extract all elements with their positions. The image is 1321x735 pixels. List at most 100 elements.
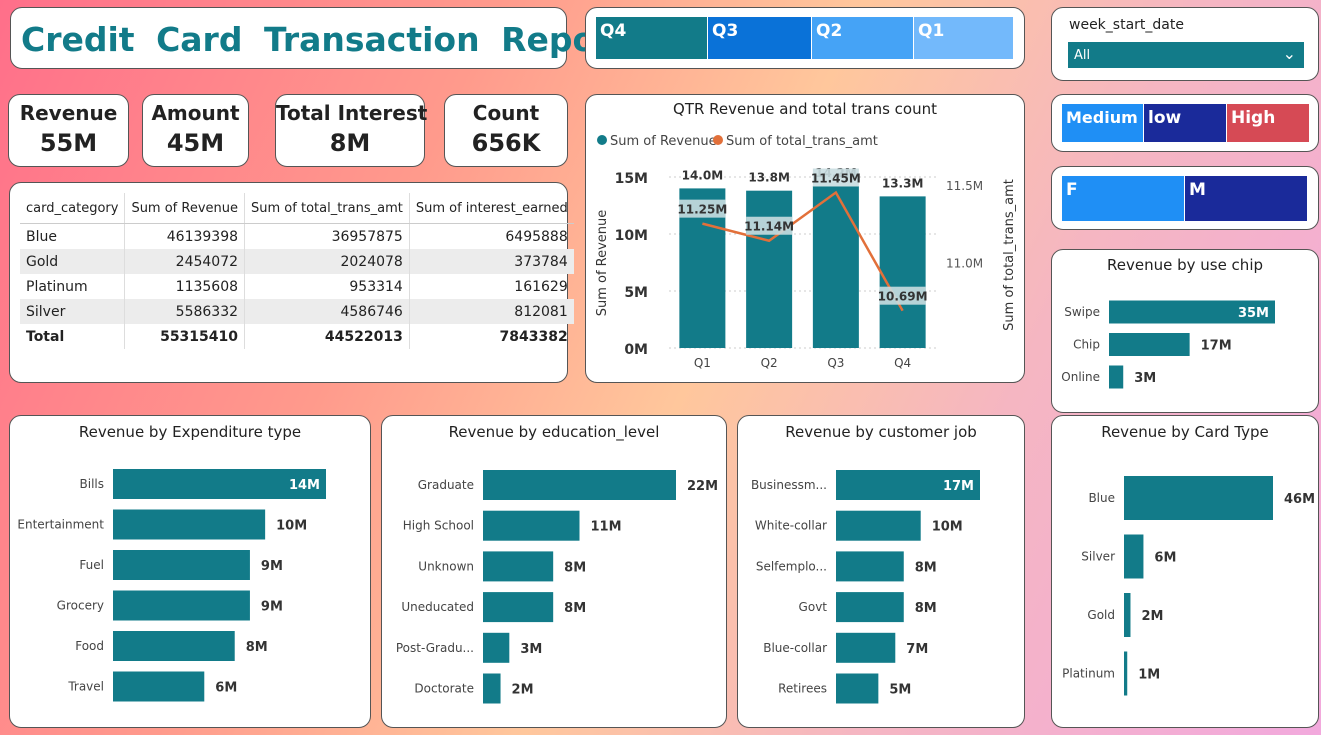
kpi-value: 55M bbox=[39, 129, 98, 157]
data-label: 13.3M bbox=[882, 176, 924, 190]
table-cell: 953314 bbox=[244, 274, 410, 299]
kpi-value: 656K bbox=[471, 129, 541, 157]
table-cell: 4586746 bbox=[244, 299, 410, 324]
data-label: 14M bbox=[289, 478, 320, 493]
table-cell: 36957875 bbox=[244, 223, 410, 249]
income-option-low[interactable]: low bbox=[1144, 104, 1227, 142]
data-label: 9M bbox=[261, 600, 283, 615]
bar bbox=[1124, 593, 1131, 637]
quarter-slicer-panel: Q4 Q3 Q2 Q1 bbox=[585, 7, 1025, 69]
kpi-label: Revenue bbox=[19, 101, 118, 125]
y-tick-label: 5M bbox=[624, 285, 648, 301]
category-label: Blue bbox=[1088, 491, 1115, 505]
education-chart-panel: Revenue by education_level Graduate 22M Hi… bbox=[381, 415, 727, 728]
kpi-card-count: Count 656K bbox=[444, 94, 568, 167]
income-option-medium[interactable]: Medium bbox=[1062, 104, 1144, 142]
column-header[interactable]: Sum of interest_earned bbox=[408, 193, 574, 224]
quarter-option-q1[interactable]: Q1 bbox=[914, 17, 1014, 59]
kpi-label: Amount bbox=[151, 101, 240, 125]
kpi-label: Total Interest bbox=[276, 101, 428, 125]
category-label: Food bbox=[75, 639, 104, 653]
bar bbox=[879, 196, 926, 348]
bar bbox=[746, 190, 793, 348]
data-label: 2M bbox=[1141, 609, 1163, 624]
category-label: Uneducated bbox=[401, 600, 474, 614]
data-label: 7M bbox=[906, 642, 928, 657]
table-row: Blue 46139398 36957875 6495888 bbox=[20, 223, 574, 249]
customer-job-chart: Businessm... 17M White-collar 10M Selfemplo.… bbox=[751, 470, 980, 704]
category-label: Grocery bbox=[57, 599, 104, 613]
column-header[interactable]: card_category bbox=[20, 193, 125, 224]
y2-tick-label: 11.0M bbox=[946, 257, 983, 271]
table-cell: Gold bbox=[20, 249, 125, 274]
gender-option-m[interactable]: M bbox=[1185, 176, 1308, 221]
bar bbox=[1124, 534, 1144, 579]
card-type-chart-panel: Revenue by Card Type Blue 46M Silver 6M Gold… bbox=[1051, 415, 1319, 728]
column-header[interactable]: Sum of Revenue bbox=[124, 193, 245, 224]
column-header[interactable]: Sum of total_trans_amt bbox=[244, 193, 410, 224]
week-filter-dropdown[interactable]: All ⌄ bbox=[1068, 42, 1304, 68]
bar bbox=[483, 673, 501, 704]
table-cell: 6495888 bbox=[408, 223, 574, 249]
legend-marker bbox=[597, 135, 607, 145]
line-data-label: 11.45M bbox=[811, 172, 861, 186]
line-series bbox=[702, 190, 904, 312]
income-label: low bbox=[1148, 108, 1182, 128]
bar bbox=[836, 551, 904, 582]
customer-job-chart-panel: Revenue by customer job Businessm... 17M W… bbox=[737, 415, 1025, 728]
bar bbox=[483, 551, 554, 582]
table-row: Platinum 1135608 953314 161629 bbox=[20, 274, 574, 299]
category-label: Graduate bbox=[418, 478, 474, 492]
kpi-label: Count bbox=[472, 101, 540, 125]
income-slicer-panel: Medium low High bbox=[1051, 94, 1319, 152]
bar bbox=[113, 631, 235, 661]
category-label: Fuel bbox=[79, 558, 104, 572]
table-cell: 55315410 bbox=[124, 324, 245, 349]
use-chip-chart-panel: Revenue by use chip Swipe 35M Chip 17M Onlin… bbox=[1051, 249, 1319, 413]
category-label: Bills bbox=[80, 477, 105, 491]
category-label: Silver bbox=[1081, 550, 1115, 564]
bar bbox=[836, 632, 896, 663]
data-label: 8M bbox=[915, 560, 937, 575]
table-cell: 44522013 bbox=[244, 324, 410, 349]
data-label: 17M bbox=[1201, 339, 1232, 354]
income-option-high[interactable]: High bbox=[1227, 104, 1310, 142]
bar bbox=[483, 510, 580, 541]
qtr-revenue-chart-panel: QTR Revenue and total trans count Sum of… bbox=[585, 94, 1025, 383]
gender-option-f[interactable]: F bbox=[1062, 176, 1185, 221]
data-label: 8M bbox=[915, 601, 937, 616]
table-row: Gold 2454072 2024078 373784 bbox=[20, 249, 574, 274]
category-label: Unknown bbox=[418, 559, 474, 573]
expenditure-chart: Bills 14M Entertainment 10M Fuel 9M Grocery 9M F… bbox=[17, 469, 326, 702]
bar bbox=[1109, 333, 1190, 356]
bar bbox=[113, 550, 250, 580]
report-title: Credit Card Transaction Report bbox=[21, 20, 628, 59]
kpi-value: 8M bbox=[329, 129, 371, 157]
category-label: Doctorate bbox=[414, 682, 474, 696]
education-chart: Graduate 22M High School 11M Unknown 8M Uneduc… bbox=[396, 470, 718, 704]
category-label: High School bbox=[403, 519, 474, 533]
table-cell: 161629 bbox=[408, 274, 574, 299]
quarter-option-q4[interactable]: Q4 bbox=[596, 17, 708, 59]
kpi-card-amount: Amount 45M bbox=[142, 94, 249, 167]
table-cell: 1135608 bbox=[124, 274, 245, 299]
quarter-option-q3[interactable]: Q3 bbox=[708, 17, 812, 59]
table-cell: 46139398 bbox=[124, 223, 245, 249]
data-label: 10M bbox=[932, 520, 963, 535]
category-label: Online bbox=[1061, 370, 1100, 384]
quarter-option-q2[interactable]: Q2 bbox=[812, 17, 914, 59]
line-data-label: 11.25M bbox=[677, 203, 727, 217]
bar bbox=[113, 590, 250, 621]
category-label: Blue-collar bbox=[763, 641, 827, 655]
bar bbox=[836, 592, 904, 623]
bar bbox=[1124, 651, 1128, 696]
category-label: White-collar bbox=[755, 519, 827, 533]
table-cell: 2024078 bbox=[244, 249, 410, 274]
bar bbox=[1124, 476, 1273, 520]
kpi-card-total-interest: Total Interest 8M bbox=[275, 94, 428, 167]
data-label: 3M bbox=[1134, 371, 1156, 386]
kpi-value: 45M bbox=[166, 129, 225, 157]
y-tick-label: 15M bbox=[615, 171, 648, 187]
data-label: 46M bbox=[1284, 492, 1315, 507]
kpi-card-revenue: Revenue 55M bbox=[8, 94, 129, 167]
